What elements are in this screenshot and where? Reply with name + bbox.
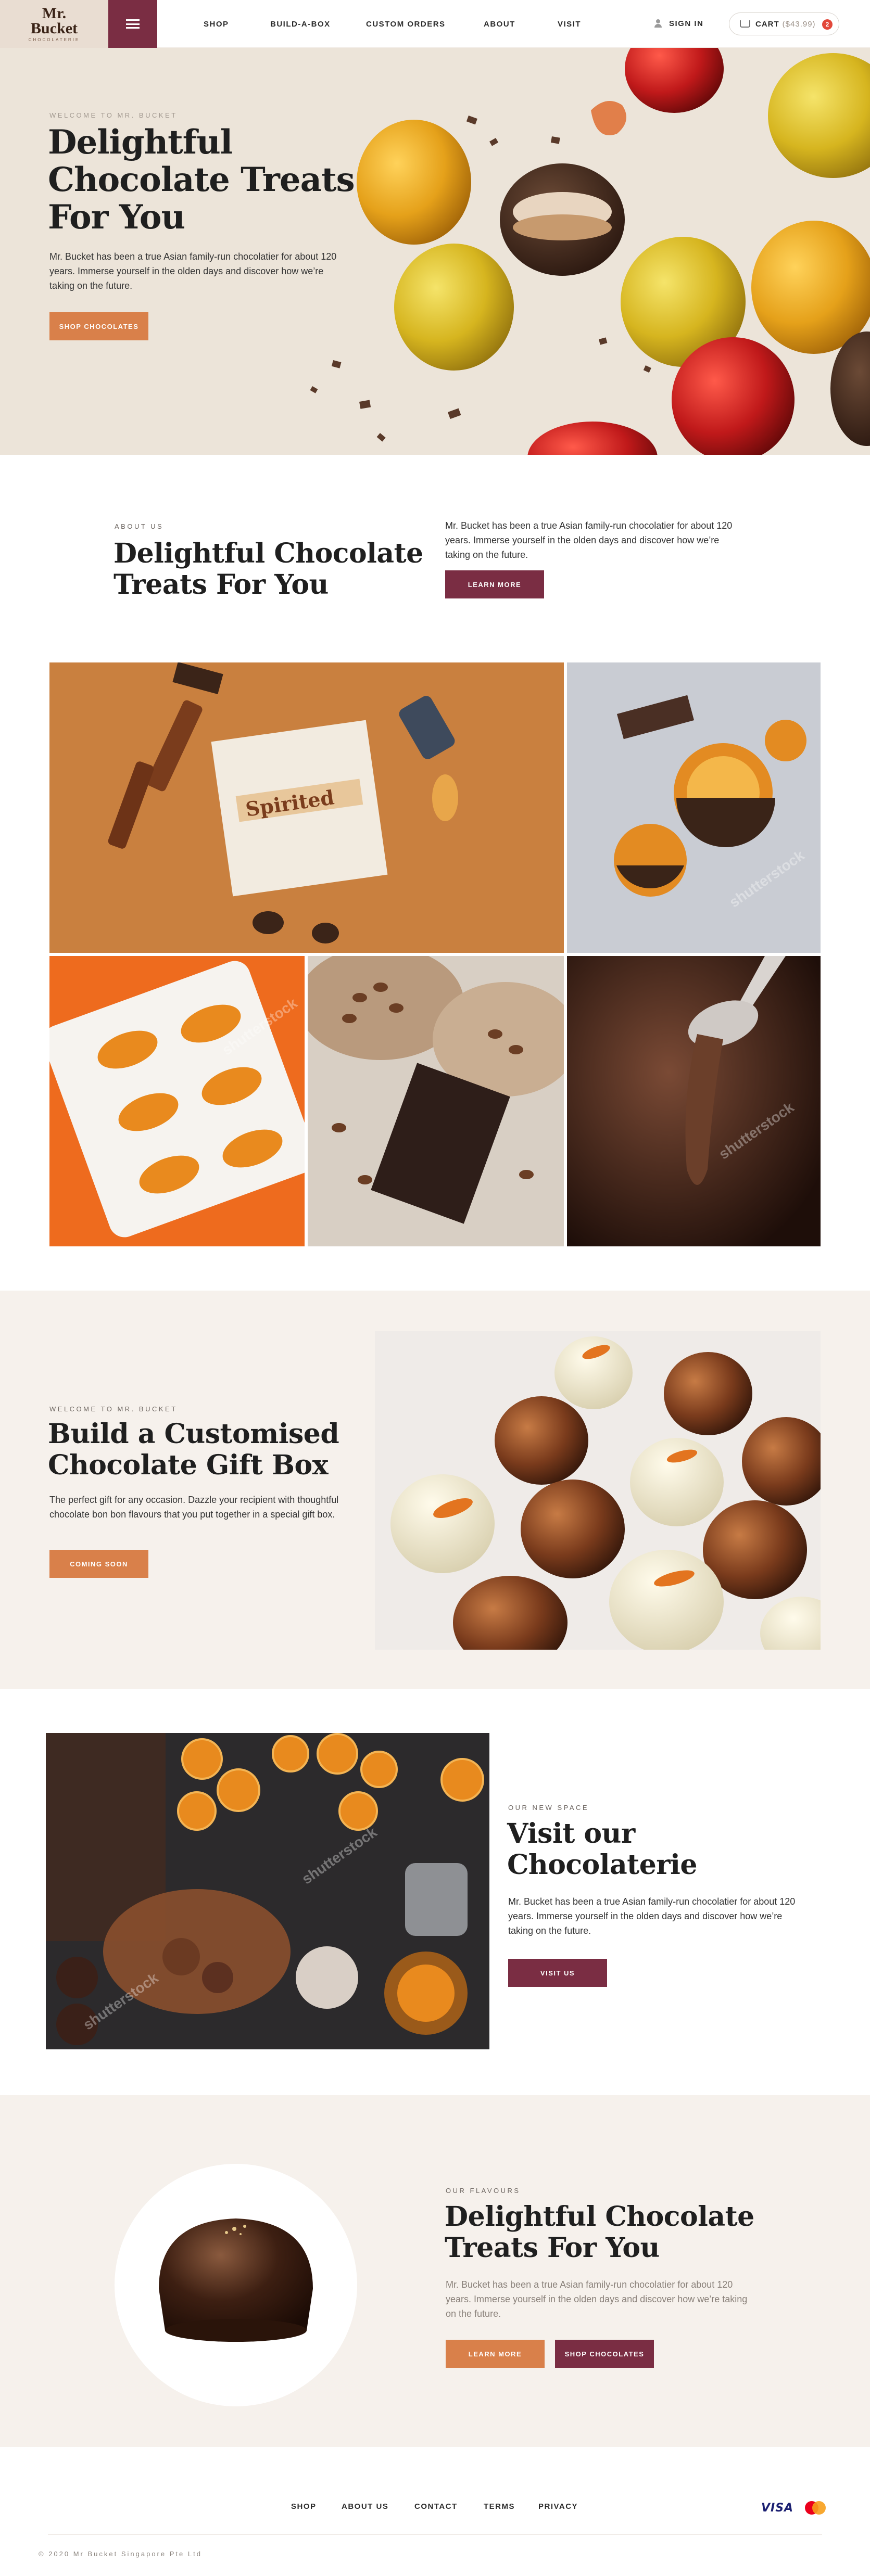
footer-link-shop[interactable]: SHOP: [291, 2502, 317, 2511]
gift-body: The perfect gift for any occasion. Dazzl…: [49, 1495, 339, 1520]
cart-button[interactable]: CART ($43.99) 2: [729, 12, 839, 35]
hero-body: Mr. Bucket has been a true Asian family-…: [49, 251, 337, 291]
gift-box-section: WELCOME TO MR. BUCKET Build a Customised…: [0, 1291, 870, 1689]
cart-icon: [740, 20, 750, 28]
gallery-tile-chocolate-spoon: shutterstock: [567, 956, 821, 1246]
hamburger-icon: [126, 19, 140, 29]
visit-us-button[interactable]: VISIT US: [508, 1959, 607, 1987]
flavours-learn-more-button[interactable]: LEARN MORE: [446, 2340, 545, 2368]
about-eyebrow: ABOUT US: [115, 522, 164, 530]
flavours-shop-chocolates-button[interactable]: SHOP CHOCOLATES: [555, 2340, 654, 2368]
sign-in-link[interactable]: SIGN IN: [653, 19, 703, 28]
nav-build-a-box[interactable]: BUILD-A-BOX: [270, 20, 331, 29]
flavour-bonbon-image: [115, 2164, 357, 2406]
footer-divider: [48, 2534, 822, 2535]
footer-link-about-us[interactable]: ABOUT US: [342, 2502, 388, 2511]
visa-icon: VISA: [761, 2501, 794, 2515]
gift-eyebrow: WELCOME TO MR. BUCKET: [49, 1405, 178, 1413]
gallery-tile-orange-slices: shutterstock: [567, 662, 821, 953]
copyright-text: © 2020 Mr Bucket Singapore Pte Ltd: [39, 2550, 202, 2558]
user-icon: [653, 19, 663, 28]
hero-eyebrow: WELCOME TO MR. BUCKET: [49, 111, 178, 119]
gift-box-image: [375, 1331, 821, 1650]
nav-about[interactable]: ABOUT: [484, 20, 515, 29]
visit-title: Visit our Chocolaterie: [507, 1818, 698, 1881]
cart-amount: ($43.99): [782, 19, 816, 29]
gallery-tile-cocoa-beans: [308, 956, 564, 1246]
about-body: Mr. Bucket has been a true Asian family-…: [445, 520, 733, 560]
nav-shop[interactable]: SHOP: [204, 20, 229, 29]
mastercard-icon: [805, 2501, 826, 2515]
about-learn-more-button[interactable]: LEARN MORE: [445, 570, 544, 598]
flavours-section: OUR FLAVOURS Delightful Chocolate Treats…: [0, 2095, 870, 2447]
flavours-body: Mr. Bucket has been a true Asian family-…: [446, 2279, 748, 2319]
visit-body: Mr. Bucket has been a true Asian family-…: [508, 1896, 796, 1936]
footer-link-privacy[interactable]: PRIVACY: [538, 2502, 578, 2511]
footer-link-terms[interactable]: TERMS: [484, 2502, 515, 2511]
brand-logo[interactable]: Mr. Bucket CHOCOLATERIE: [0, 0, 108, 48]
site-header: Mr. Bucket CHOCOLATERIE SHOP BUILD-A-BOX…: [0, 0, 870, 48]
about-title: Delightful Chocolate Treats For You: [114, 538, 423, 601]
flavours-eyebrow: OUR FLAVOURS: [446, 2187, 521, 2195]
visit-eyebrow: OUR NEW SPACE: [508, 1804, 589, 1812]
gallery-tile-bonbon-tray: shutterstock: [49, 956, 305, 1246]
hamburger-menu-button[interactable]: [108, 0, 157, 48]
gift-title: Build a Customised Chocolate Gift Box: [48, 1418, 339, 1481]
sign-in-label: SIGN IN: [669, 19, 704, 28]
nav-visit[interactable]: VISIT: [558, 20, 581, 29]
gallery-tile-spirited: Spirited: [49, 662, 564, 953]
flavours-title: Delightful Chocolate Treats For You: [445, 2201, 754, 2264]
nav-custom-orders[interactable]: CUSTOM ORDERS: [366, 20, 446, 29]
shop-chocolates-button[interactable]: SHOP CHOCOLATES: [49, 312, 148, 340]
cart-count-badge: 2: [822, 19, 833, 30]
cart-label: CART: [755, 19, 779, 29]
coming-soon-button[interactable]: COMING SOON: [49, 1550, 148, 1578]
footer-link-contact[interactable]: CONTACT: [414, 2502, 458, 2511]
payment-methods: VISA: [761, 2501, 826, 2515]
hero-section: WELCOME TO MR. BUCKET Delightful Chocola…: [0, 48, 870, 455]
hero-title: Delightful Chocolate Treats For You: [48, 123, 355, 237]
chocolaterie-image: shutterstock shutterstock: [46, 1733, 489, 2049]
